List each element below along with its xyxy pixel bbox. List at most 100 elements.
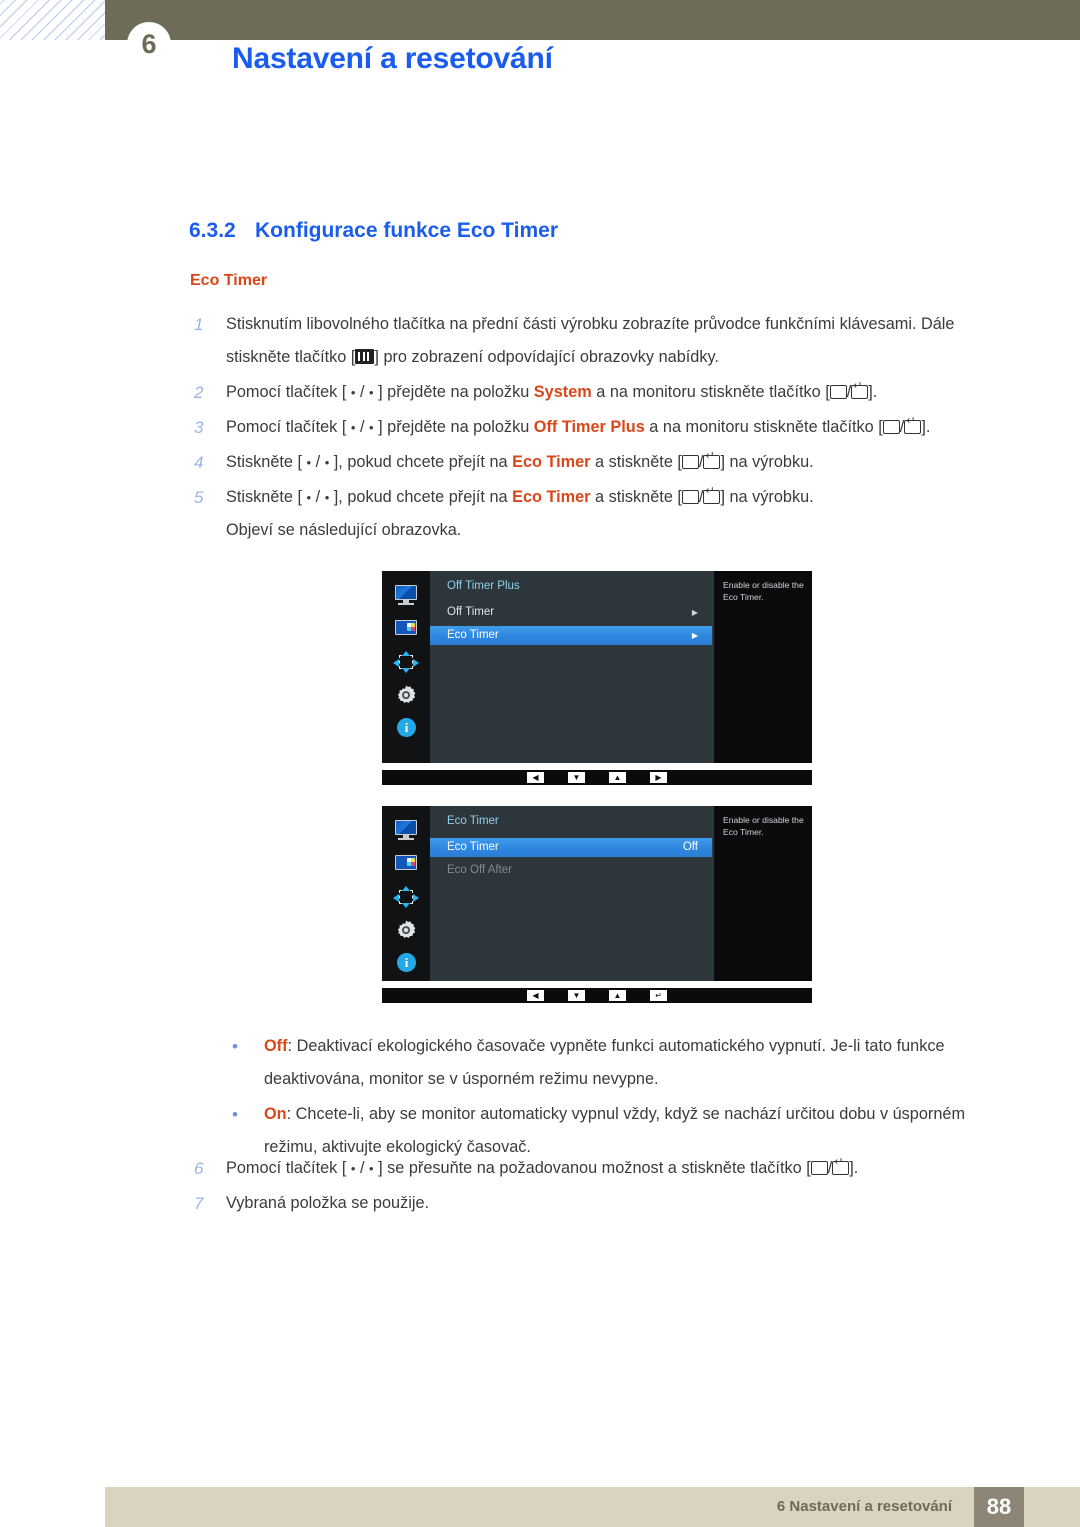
step-body: Vybraná položka se použije. (226, 1187, 1020, 1220)
box-key-icon (882, 420, 900, 434)
info-icon[interactable] (393, 952, 419, 974)
osd-menu-row[interactable]: Off Timer ▶ (430, 603, 712, 622)
osd-menu-row[interactable]: Eco Off After (430, 861, 712, 880)
chevron-right-icon: ▶ (691, 608, 698, 617)
osd-footer-button[interactable]: ▲ (609, 990, 626, 1001)
step-text: / (355, 418, 370, 436)
osd-footer-button[interactable]: ↵ (650, 990, 667, 1001)
osd-panel: Off Timer Plus Off Timer ▶ Eco Timer ▶ (430, 571, 714, 763)
osd-footer-button[interactable]: ◀ (527, 772, 544, 783)
return-key-icon (851, 380, 869, 399)
section-title: Konfigurace funkce Eco Timer (255, 219, 559, 242)
osd-panel: Eco Timer Eco Timer Off Eco Off After (430, 806, 714, 981)
osd-footer-button[interactable]: ▶ (650, 772, 667, 783)
bullet-body: Off: Deaktivací ekologického časovače vy… (264, 1030, 1018, 1096)
osd-footer-button[interactable]: ▲ (609, 772, 626, 783)
osd-menu-rows: Eco Timer Off Eco Off After (430, 838, 712, 884)
osd-row-label: Eco Timer (447, 841, 499, 853)
step-text: / (355, 1159, 370, 1177)
option-description: : Deaktivací ekologického časovače vypně… (264, 1037, 945, 1088)
option-description: : Chcete-li, aby se monitor automaticky … (264, 1105, 966, 1156)
size-position-icon[interactable] (393, 651, 419, 673)
menu-keyword: Eco Timer (512, 488, 591, 506)
step-item: 3 Pomocí tlačítek [ • / • ] přejděte na p… (190, 411, 1020, 444)
step-body: Stisknutím libovolného tlačítka na předn… (226, 308, 1020, 374)
osd-footer-button[interactable]: ▼ (568, 990, 585, 1001)
osd-menu-row[interactable]: Eco Timer ▶ (430, 626, 712, 645)
step-text: ] na výrobku. (720, 453, 814, 471)
osd-menu-rows: Off Timer ▶ Eco Timer ▶ (430, 603, 712, 649)
step-text: ] pro zobrazení odpovídající obrazovky n… (374, 348, 719, 366)
bullet-item: • Off: Deaktivací ekologického časovače v… (228, 1030, 1018, 1096)
monitor-icon[interactable] (393, 585, 419, 607)
box-key-icon (681, 490, 699, 504)
step-paragraph: Vybraná položka se použije. (226, 1187, 1020, 1220)
box-key-icon (810, 1161, 828, 1175)
return-key-icon (904, 415, 922, 434)
picture-icon[interactable] (393, 618, 419, 640)
osd-screenshot-eco-timer: Eco Timer Eco Timer Off Eco Off After Enable… (382, 806, 812, 1003)
osd-menu-row[interactable]: Eco Timer Off (430, 838, 712, 857)
osd-row-label: Eco Off After (447, 864, 512, 876)
step-text: ] se přesuňte na požadovanou možnost a s… (373, 1159, 811, 1177)
osd-footer-button[interactable]: ◀ (527, 990, 544, 1001)
step-body: Stiskněte [ • / • ], pokud chcete přejít… (226, 481, 1020, 547)
osd-screenshot-off-timer-plus: Off Timer Plus Off Timer ▶ Eco Timer ▶ Enable… (382, 571, 812, 785)
return-key-icon (832, 1156, 850, 1175)
gear-icon[interactable] (393, 919, 419, 941)
step-number: 1 (194, 315, 204, 334)
step-text: a stiskněte [ (590, 488, 682, 506)
step-text: ] přejděte na položku (373, 383, 534, 401)
step-paragraph: Stisknutím libovolného tlačítka na předn… (226, 308, 1020, 374)
step-item: 4 Stiskněte [ • / • ], pokud chcete přejí… (190, 446, 1020, 479)
menu-keyword: Off Timer Plus (533, 418, 645, 436)
step-text: ], pokud chcete přejít na (329, 488, 513, 506)
step-item: 5 Stiskněte [ • / • ], pokud chcete přejí… (190, 481, 1020, 547)
osd-help-text: Enable or disable the Eco Timer. (714, 571, 812, 763)
step-note: Objeví se následující obrazovka. (226, 521, 462, 539)
option-bullet-list: • Off: Deaktivací ekologického časovače v… (228, 1030, 1018, 1166)
step-number: 5 (194, 488, 204, 507)
bullet-marker: • (232, 1105, 238, 1124)
size-position-icon[interactable] (393, 886, 419, 908)
picture-icon[interactable] (393, 853, 419, 875)
step-item: 7 Vybraná položka se použije. (190, 1187, 1020, 1220)
step-text: a stiskněte [ (590, 453, 682, 471)
step-number: 2 (194, 383, 204, 402)
step-text: a na monitoru stiskněte tlačítko [ (644, 418, 883, 436)
footer-text: 6 Nastavení a resetování (776, 1498, 952, 1515)
step-list-tail: 6 Pomocí tlačítek [ • / • ] se přesuňte n… (190, 1152, 1020, 1222)
step-text: / (355, 383, 370, 401)
return-key-icon (703, 450, 721, 469)
option-keyword: Off (264, 1037, 288, 1055)
chevron-right-icon: ▶ (691, 631, 698, 640)
osd-menu-title: Eco Timer (447, 815, 499, 827)
step-text: / (311, 488, 325, 506)
osd-menu-title: Off Timer Plus (447, 580, 520, 592)
menu-keyword: System (533, 383, 592, 401)
gear-icon[interactable] (393, 684, 419, 706)
section-heading: 6.3.2 Konfigurace funkce Eco Timer (189, 219, 558, 243)
info-icon[interactable] (393, 717, 419, 739)
osd-footer-button[interactable]: ▼ (568, 772, 585, 783)
step-number: 7 (194, 1194, 204, 1213)
step-text: ]. (921, 418, 931, 436)
step-text: ]. (868, 383, 878, 401)
step-body: Pomocí tlačítek [ • / • ] se přesuňte na… (226, 1152, 1020, 1185)
menu-key-icon (355, 349, 375, 364)
step-item: 6 Pomocí tlačítek [ • / • ] se přesuňte n… (190, 1152, 1020, 1185)
step-text: Pomocí tlačítek [ (226, 1159, 351, 1177)
step-body: Pomocí tlačítek [ • / • ] přejděte na po… (226, 376, 1020, 409)
subsection-heading: Eco Timer (190, 272, 268, 289)
box-key-icon (681, 455, 699, 469)
step-text: a na monitoru stiskněte tlačítko [ (591, 383, 830, 401)
box-key-icon (829, 385, 847, 399)
step-text: Pomocí tlačítek [ (226, 418, 351, 436)
step-item: 2 Pomocí tlačítek [ • / • ] přejděte na p… (190, 376, 1020, 409)
return-key-icon (703, 485, 721, 504)
monitor-icon[interactable] (393, 820, 419, 842)
step-body: Stiskněte [ • / • ], pokud chcete přejít… (226, 446, 1020, 479)
step-text: / (311, 453, 325, 471)
step-text: Stiskněte [ (226, 488, 307, 506)
step-text: ], pokud chcete přejít na (329, 453, 513, 471)
